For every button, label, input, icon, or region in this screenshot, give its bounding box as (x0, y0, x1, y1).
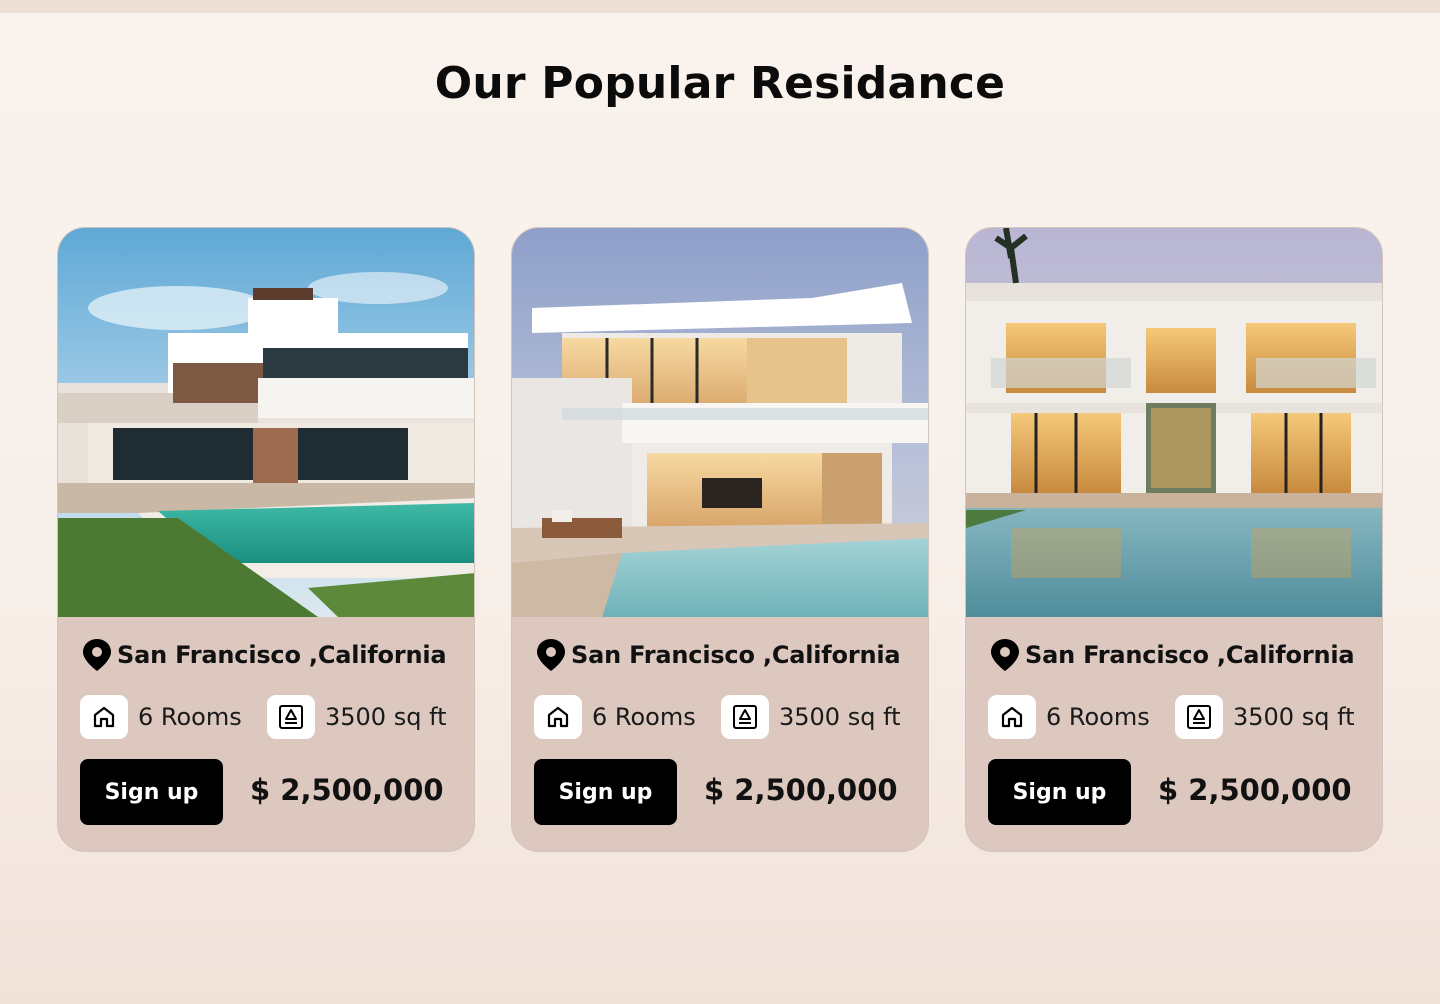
residence-card[interactable]: San Francisco ,California 6 Rooms 3500 s… (57, 227, 475, 852)
residence-cards: San Francisco ,California 6 Rooms 3500 s… (57, 227, 1383, 852)
map-pin-icon (83, 639, 111, 671)
area-stat: 3500 sq ft (721, 695, 901, 739)
residence-card[interactable]: San Francisco ,California 6 Rooms 3500 s… (965, 227, 1383, 852)
rooms-stat: 6 Rooms (988, 695, 1150, 739)
rooms-text: 6 Rooms (592, 703, 696, 731)
location-text: San Francisco ,California (117, 641, 447, 669)
rooms-stat: 6 Rooms (534, 695, 696, 739)
area-stat: 3500 sq ft (1175, 695, 1355, 739)
home-icon (80, 695, 128, 739)
area-icon (267, 695, 315, 739)
price: $ 2,500,000 (250, 773, 444, 807)
area-icon (1175, 695, 1223, 739)
area-text: 3500 sq ft (779, 703, 901, 731)
signup-button[interactable]: Sign up (80, 759, 223, 825)
property-stats: 6 Rooms 3500 sq ft (534, 695, 914, 739)
rooms-text: 6 Rooms (138, 703, 242, 731)
location: San Francisco ,California (989, 638, 1355, 672)
location: San Francisco ,California (81, 638, 447, 672)
property-stats: 6 Rooms 3500 sq ft (80, 695, 460, 739)
location: San Francisco ,California (535, 638, 901, 672)
property-stats: 6 Rooms 3500 sq ft (988, 695, 1368, 739)
rooms-text: 6 Rooms (1046, 703, 1150, 731)
map-pin-icon (537, 639, 565, 671)
signup-button[interactable]: Sign up (534, 759, 677, 825)
home-icon (534, 695, 582, 739)
rooms-stat: 6 Rooms (80, 695, 242, 739)
signup-button[interactable]: Sign up (988, 759, 1131, 825)
price: $ 2,500,000 (704, 773, 898, 807)
area-stat: 3500 sq ft (267, 695, 447, 739)
residence-card[interactable]: San Francisco ,California 6 Rooms 3500 s… (511, 227, 929, 852)
section-title: Our Popular Residance (434, 58, 1006, 109)
map-pin-icon (991, 639, 1019, 671)
location-text: San Francisco ,California (571, 641, 901, 669)
area-text: 3500 sq ft (325, 703, 447, 731)
price: $ 2,500,000 (1158, 773, 1352, 807)
location-text: San Francisco ,California (1025, 641, 1355, 669)
residence-photo (58, 228, 474, 617)
residence-photo (512, 228, 928, 617)
top-strip (0, 0, 1440, 13)
home-icon (988, 695, 1036, 739)
area-icon (721, 695, 769, 739)
area-text: 3500 sq ft (1233, 703, 1355, 731)
residence-photo (966, 228, 1382, 617)
